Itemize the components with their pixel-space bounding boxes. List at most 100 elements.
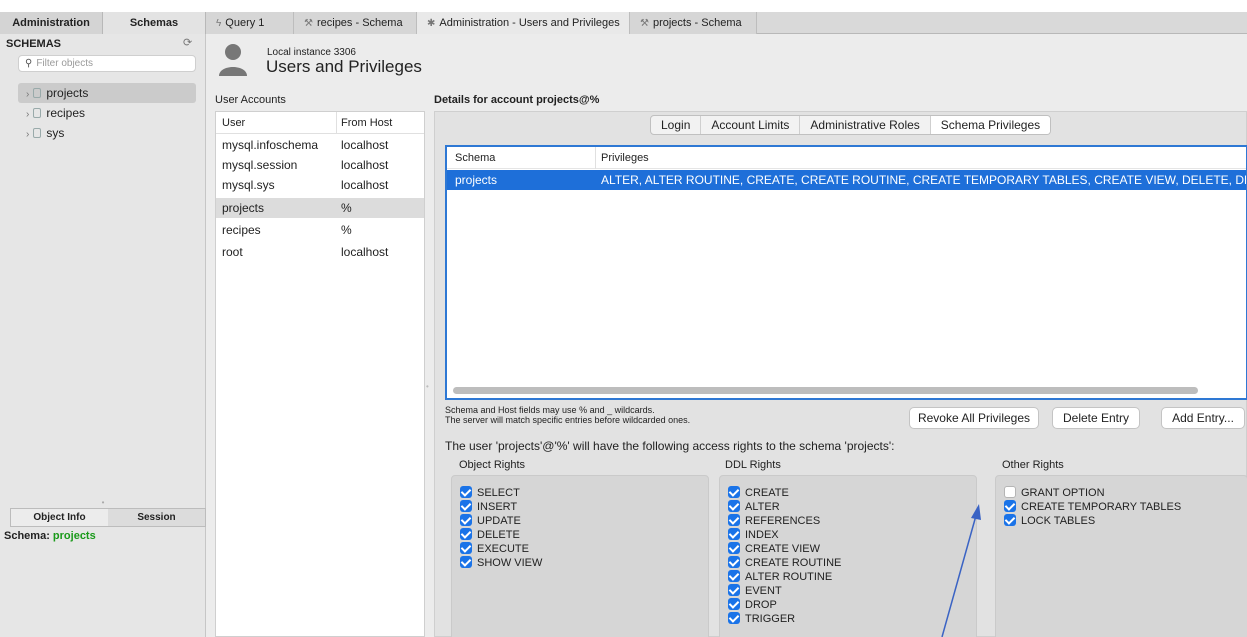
tab-object-info[interactable]: Object Info	[11, 509, 108, 526]
checkbox-checked[interactable]	[728, 542, 740, 554]
host-cell: %	[341, 223, 352, 237]
table-row[interactable]: projects ALTER, ALTER ROUTINE, CREATE, C…	[447, 170, 1246, 190]
database-icon	[33, 88, 42, 98]
add-entry-button[interactable]: Add Entry...	[1161, 407, 1245, 429]
checkbox-trigger[interactable]: TRIGGER	[728, 612, 841, 626]
column-header-privileges[interactable]: Privileges	[601, 152, 649, 164]
checkbox-create-temporary-tables[interactable]: CREATE TEMPORARY TABLES	[1004, 500, 1181, 514]
schema-item-projects[interactable]: › projects	[18, 83, 196, 103]
checkbox-grant-option[interactable]: GRANT OPTION	[1004, 486, 1181, 500]
checkbox-create-routine[interactable]: CREATE ROUTINE	[728, 556, 841, 570]
checkbox-label: DROP	[745, 599, 777, 611]
column-header-schema[interactable]: Schema	[455, 152, 495, 164]
page-title: Users and Privileges	[266, 57, 422, 76]
other-rights-group: GRANT OPTION CREATE TEMPORARY TABLES LOC…	[995, 475, 1247, 637]
checkbox-unchecked[interactable]	[1004, 486, 1016, 498]
checkbox-checked[interactable]	[460, 528, 472, 540]
tab-schemas[interactable]: Schemas	[103, 12, 206, 34]
chevron-right-icon[interactable]: ›	[26, 89, 29, 100]
schema-label: projects	[46, 86, 89, 100]
checkbox-references[interactable]: REFERENCES	[728, 514, 841, 528]
checkbox-create-view[interactable]: CREATE VIEW	[728, 542, 841, 556]
table-row[interactable]: mysql.infoschema localhost	[216, 135, 424, 155]
checkbox-create[interactable]: CREATE	[728, 486, 841, 500]
column-header-user[interactable]: User	[222, 117, 245, 129]
info-tab-bar: Object Info Session	[10, 508, 206, 527]
filter-input[interactable]: ⚲ Filter objects	[18, 55, 196, 72]
schema-item-recipes[interactable]: › recipes	[18, 103, 196, 123]
user-accounts-header: User From Host	[216, 112, 424, 134]
main-area: Local instance 3306 Users and Privileges…	[207, 34, 1247, 637]
checkbox-delete[interactable]: DELETE	[460, 528, 542, 542]
checkbox-insert[interactable]: INSERT	[460, 500, 542, 514]
schema-item-sys[interactable]: › sys	[18, 123, 196, 143]
table-row[interactable]: recipes%	[216, 220, 424, 240]
revoke-all-privileges-button[interactable]: Revoke All Privileges	[909, 407, 1039, 429]
user-cell: mysql.infoschema	[222, 138, 319, 152]
refresh-icon[interactable]: ⟳	[183, 36, 192, 49]
tab-administration[interactable]: Administration	[0, 12, 103, 34]
chevron-right-icon[interactable]: ›	[26, 109, 29, 120]
checkbox-label: EVENT	[745, 585, 782, 597]
chevron-right-icon[interactable]: ›	[26, 129, 29, 140]
table-row[interactable]: mysql.sys localhost	[216, 175, 424, 195]
tab-account-limits[interactable]: Account Limits	[701, 116, 801, 134]
doc-tab-query-1[interactable]: ϟ Query 1	[206, 12, 294, 34]
checkbox-event[interactable]: EVENT	[728, 584, 841, 598]
checkbox-checked[interactable]	[1004, 514, 1016, 526]
checkbox-execute[interactable]: EXECUTE	[460, 542, 542, 556]
checkbox-checked[interactable]	[728, 584, 740, 596]
user-cell: mysql.sys	[222, 178, 275, 192]
column-header-host[interactable]: From Host	[341, 117, 392, 129]
column-divider[interactable]	[595, 147, 596, 169]
checkbox-lock-tables[interactable]: LOCK TABLES	[1004, 514, 1181, 528]
checkbox-checked[interactable]	[728, 500, 740, 512]
checkbox-checked[interactable]	[460, 486, 472, 498]
user-cell: root	[222, 245, 243, 259]
column-divider[interactable]	[336, 112, 337, 134]
wildcard-note-2: The server will match specific entries b…	[445, 415, 691, 425]
tab-administrative-roles[interactable]: Administrative Roles	[800, 116, 931, 134]
checkbox-checked[interactable]	[728, 528, 740, 540]
table-row[interactable]: root localhost	[216, 242, 424, 262]
checkbox-label: UPDATE	[477, 515, 521, 527]
checkbox-checked[interactable]	[728, 612, 740, 624]
doc-tab-projects-schema[interactable]: ⚒ projects - Schema	[630, 12, 757, 34]
delete-entry-button[interactable]: Delete Entry	[1052, 407, 1140, 429]
splitter-handle[interactable]: •	[0, 498, 206, 507]
doc-tab-label: Query 1	[225, 17, 265, 29]
checkbox-index[interactable]: INDEX	[728, 528, 841, 542]
checkbox-checked[interactable]	[728, 598, 740, 610]
checkbox-select[interactable]: SELECT	[460, 486, 542, 500]
details-panel: Login Account Limits Administrative Role…	[434, 111, 1247, 637]
other-rights-label: Other Rights	[1002, 459, 1064, 471]
doc-tab-users-privileges[interactable]: ✱ Administration - Users and Privileges	[417, 12, 630, 34]
table-row[interactable]: mysql.session localhost	[216, 155, 424, 175]
checkbox-show-view[interactable]: SHOW VIEW	[460, 556, 542, 570]
table-row[interactable]: projects%	[216, 198, 424, 218]
horizontal-scrollbar[interactable]	[453, 387, 1198, 394]
tab-session[interactable]: Session	[108, 509, 205, 526]
checkbox-checked[interactable]	[728, 570, 740, 582]
doc-tab-label: projects - Schema	[652, 17, 742, 29]
info-value: projects	[52, 530, 96, 542]
user-accounts-list: User From Host mysql.infoschema localhost…	[215, 111, 425, 637]
checkbox-checked[interactable]	[460, 556, 472, 568]
checkbox-checked[interactable]	[460, 514, 472, 526]
checkbox-checked[interactable]	[460, 500, 472, 512]
checkbox-checked[interactable]	[728, 486, 740, 498]
tab-login[interactable]: Login	[651, 116, 702, 134]
doc-tab-recipes-schema[interactable]: ⚒ recipes - Schema	[294, 12, 417, 34]
tab-schema-privileges[interactable]: Schema Privileges	[930, 116, 1051, 134]
checkbox-drop[interactable]: DROP	[728, 598, 841, 612]
checkbox-checked[interactable]	[460, 542, 472, 554]
user-accounts-label: User Accounts	[215, 94, 286, 106]
splitter-handle[interactable]: •	[426, 382, 429, 391]
checkbox-checked[interactable]	[1004, 500, 1016, 512]
checkbox-label: LOCK TABLES	[1021, 515, 1096, 527]
checkbox-checked[interactable]	[728, 556, 740, 568]
checkbox-checked[interactable]	[728, 514, 740, 526]
checkbox-alter[interactable]: ALTER	[728, 500, 841, 514]
checkbox-update[interactable]: UPDATE	[460, 514, 542, 528]
checkbox-alter-routine[interactable]: ALTER ROUTINE	[728, 570, 841, 584]
